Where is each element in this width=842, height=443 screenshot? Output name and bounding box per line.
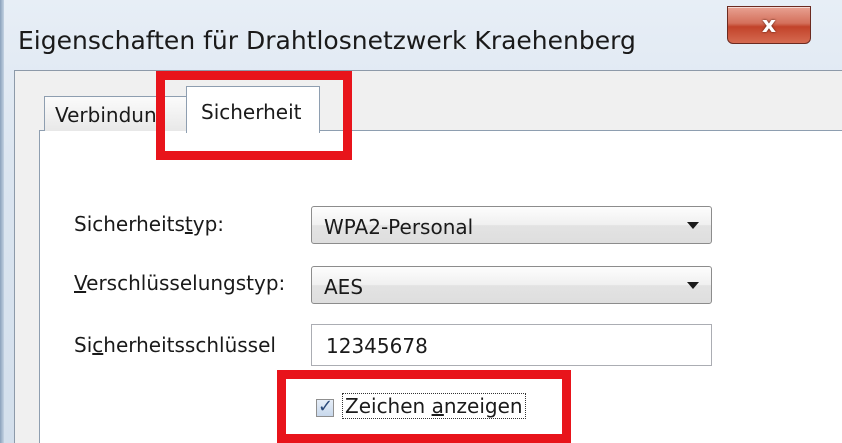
close-button[interactable]: x <box>727 6 811 44</box>
show-characters-label[interactable]: Zeichen anzeigen <box>342 393 526 419</box>
security-key-value: 12345678 <box>326 334 428 358</box>
encryption-type-label: Verschlüsselungstyp: <box>74 271 286 295</box>
security-type-label: Sicherheitstyp: <box>74 212 225 236</box>
security-key-input[interactable]: 12345678 <box>311 324 712 366</box>
chevron-down-icon <box>687 282 699 289</box>
encryption-type-value: AES <box>324 275 364 299</box>
tab-verbindung-label: Verbindun <box>55 103 157 127</box>
tab-verbindung[interactable]: Verbindun <box>44 96 196 131</box>
security-type-dropdown[interactable]: WPA2-Personal <box>311 206 712 244</box>
security-key-label: Sicherheitsschlüssel <box>74 333 276 357</box>
security-type-value: WPA2-Personal <box>324 215 474 239</box>
tab-sicherheit[interactable]: Sicherheit <box>186 86 320 133</box>
checkmark-icon: ✓ <box>318 396 334 417</box>
window-frame-edge <box>0 0 4 443</box>
dialog-window: Eigenschaften für Drahtlosnetzwerk Kraeh… <box>0 0 842 443</box>
window-title: Eigenschaften für Drahtlosnetzwerk Kraeh… <box>18 26 636 55</box>
encryption-type-dropdown[interactable]: AES <box>311 266 712 304</box>
chevron-down-icon <box>687 222 699 229</box>
show-characters-checkbox[interactable]: ✓ <box>316 396 334 417</box>
close-icon: x <box>761 12 777 38</box>
tab-sicherheit-label: Sicherheit <box>201 100 302 124</box>
